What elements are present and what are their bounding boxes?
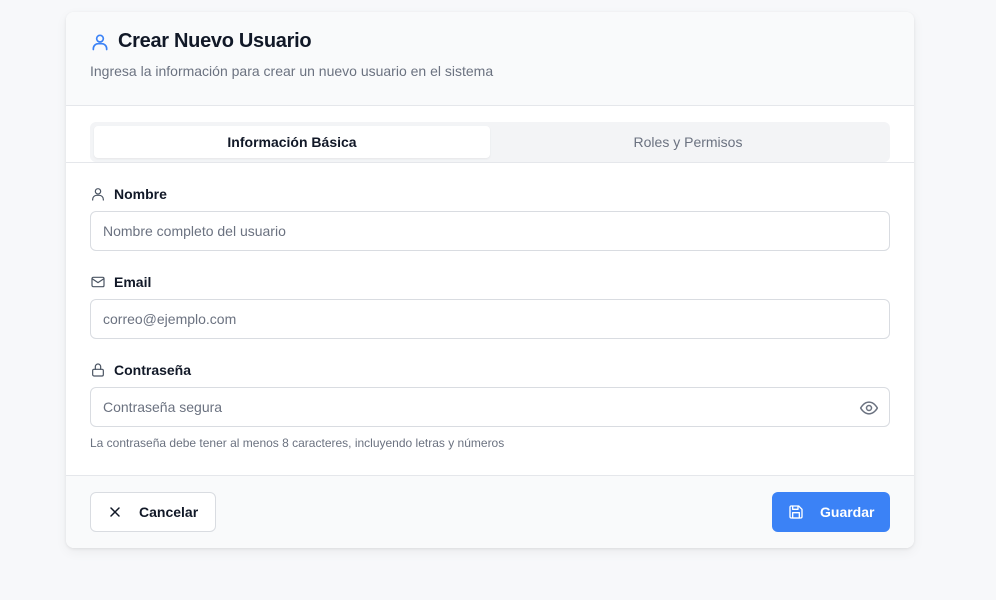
card-footer: Cancelar Guardar (66, 475, 914, 548)
create-user-card: Crear Nuevo Usuario Ingresa la informaci… (66, 12, 914, 548)
close-icon (107, 504, 123, 520)
page-title: Crear Nuevo Usuario (118, 30, 312, 52)
user-icon (90, 32, 110, 52)
save-icon (788, 504, 804, 520)
eye-icon[interactable] (859, 398, 879, 418)
name-input[interactable] (91, 212, 889, 250)
save-button[interactable]: Guardar (772, 492, 890, 532)
password-hint: La contraseña debe tener al menos 8 cara… (90, 436, 505, 450)
tab-roles-permissions[interactable]: Roles y Permisos (490, 126, 886, 158)
tab-list: Información Básica Roles y Permisos (90, 122, 890, 162)
tabs-area: Información Básica Roles y Permisos (66, 106, 914, 163)
password-label: Contraseña (90, 362, 191, 378)
lock-icon (90, 362, 106, 378)
page-subtitle: Ingresa la información para crear un nue… (90, 63, 494, 79)
password-field-wrapper (90, 387, 890, 427)
card-header: Crear Nuevo Usuario Ingresa la informaci… (66, 12, 914, 106)
user-icon (90, 186, 106, 202)
name-label: Nombre (90, 186, 167, 202)
cancel-button[interactable]: Cancelar (90, 492, 216, 532)
password-input[interactable] (91, 388, 889, 426)
name-label-text: Nombre (114, 186, 167, 202)
email-label-text: Email (114, 274, 152, 290)
name-field-wrapper (90, 211, 890, 251)
save-button-label: Guardar (820, 504, 875, 520)
tab-basic-info[interactable]: Información Básica (94, 126, 490, 158)
email-input[interactable] (91, 300, 889, 338)
mail-icon (90, 274, 106, 290)
password-label-text: Contraseña (114, 362, 192, 378)
cancel-button-label: Cancelar (139, 504, 199, 520)
email-field-wrapper (90, 299, 890, 339)
title-row: Crear Nuevo Usuario (90, 30, 312, 53)
email-label: Email (90, 274, 151, 290)
